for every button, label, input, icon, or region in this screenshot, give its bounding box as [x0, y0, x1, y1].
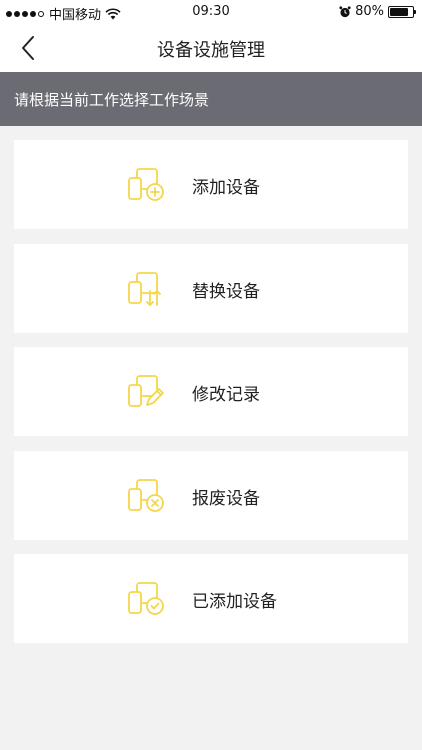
status-right: 80%: [339, 4, 416, 19]
added-device-label: 已添加设备: [192, 592, 277, 612]
alarm-clock-icon: [339, 5, 351, 17]
scrap-device-card[interactable]: 报废设备: [14, 450, 408, 540]
added-device-card[interactable]: 已添加设备: [14, 554, 408, 643]
replace-device-icon: [128, 271, 161, 306]
add-device-card[interactable]: 添加设备: [14, 140, 408, 229]
scene-card-list: 添加设备 替换设备 修改记录 报废设备 已添加设备: [14, 140, 408, 658]
battery-percentage: 80%: [355, 4, 384, 19]
status-bar: 中国移动 09:30 80%: [0, 0, 422, 24]
battery-icon: [388, 5, 416, 18]
added-device-icon: [128, 582, 164, 615]
scrap-device-icon: [128, 478, 164, 512]
battery-fill: [390, 7, 408, 16]
replace-device-label: 替换设备: [192, 281, 260, 302]
edit-record-card[interactable]: 修改记录: [14, 347, 408, 436]
screen: 中国移动 09:30 80% 设备设施管理 请根据当前工作选择工作场景 添加设备…: [0, 0, 422, 750]
scrap-device-label: 报废设备: [192, 488, 260, 509]
add-device-icon: [128, 168, 164, 201]
replace-device-card[interactable]: 替换设备: [14, 243, 408, 333]
navigation-bar: 设备设施管理: [0, 24, 422, 72]
add-device-label: 添加设备: [192, 178, 260, 198]
scene-hint-text: 请根据当前工作选择工作场景: [14, 90, 210, 109]
scene-hint-banner: 请根据当前工作选择工作场景: [0, 72, 422, 126]
edit-record-label: 修改记录: [192, 385, 260, 405]
page-title: 设备设施管理: [157, 40, 265, 61]
edit-record-icon: [128, 375, 164, 407]
